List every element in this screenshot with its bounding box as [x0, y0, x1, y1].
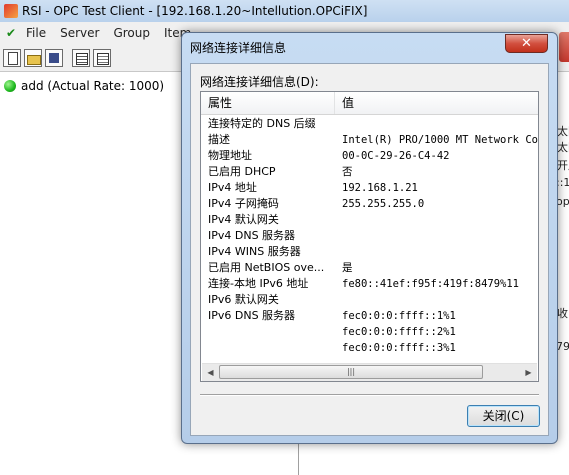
menu-group[interactable]: Group: [109, 26, 160, 40]
dialog-body: 网络连接详细信息(D): 属性 值 连接特定的 DNS 后缀 描述 Intel(R…: [190, 63, 549, 436]
column-header-value[interactable]: 值: [335, 92, 538, 114]
row-property: IPv4 WINS 服务器: [208, 245, 301, 258]
list-item[interactable]: 连接特定的 DNS 后缀: [201, 116, 538, 132]
row-value: fe80::41ef:f95f:419f:8479%11: [342, 278, 520, 290]
menu-file[interactable]: File: [22, 26, 56, 40]
list-rows: 连接特定的 DNS 后缀 描述 Intel(R) PRO/1000 MT Netw…: [201, 116, 538, 356]
row-property: IPv4 地址: [208, 181, 257, 194]
dialog-title: 网络连接详细信息: [190, 41, 287, 55]
background-text: 太阳: [557, 141, 569, 154]
properties-icon[interactable]: [72, 48, 90, 67]
row-property: [208, 340, 335, 356]
list-icon[interactable]: [93, 48, 111, 67]
scroll-left-icon[interactable]: ◀: [202, 364, 219, 381]
list-item[interactable]: 已启用 DHCP 否: [201, 164, 538, 180]
row-value: [342, 116, 538, 132]
status-green-icon: [4, 80, 16, 92]
list-item[interactable]: 描述 Intel(R) PRO/1000 MT Network Conn: [201, 132, 538, 148]
row-property: IPv4 子网掩码: [208, 197, 279, 210]
row-property: IPv4 默认网关: [208, 213, 279, 226]
list-item[interactable]: IPv6 DNS 服务器 fec0:0:0:ffff::1%1: [201, 308, 538, 324]
row-value: 192.168.1.21: [342, 182, 418, 194]
background-text: 太阳: [557, 125, 569, 138]
row-property: [208, 324, 335, 340]
details-label: 网络连接详细信息(D):: [200, 75, 319, 89]
horizontal-scrollbar[interactable]: ◀ ||| ▶: [202, 363, 537, 381]
list-item[interactable]: fec0:0:0:ffff::2%1: [201, 324, 538, 340]
list-header: 属性 值: [201, 92, 538, 115]
list-item[interactable]: IPv4 地址 192.168.1.21: [201, 180, 538, 196]
save-icon[interactable]: [45, 48, 63, 67]
new-file-icon[interactable]: [3, 48, 21, 67]
row-value: [342, 292, 538, 308]
close-icon[interactable]: ✕: [505, 34, 548, 53]
tree-item-label: add (Actual Rate: 1000): [21, 79, 165, 93]
list-item[interactable]: 已启用 NetBIOS ove... 是: [201, 260, 538, 276]
details-list[interactable]: 属性 值 连接特定的 DNS 后缀 描述 Intel(R) PRO/1000 MT…: [200, 91, 539, 382]
row-value: [342, 228, 538, 244]
row-value: fec0:0:0:ffff::3%1: [342, 342, 456, 354]
list-item[interactable]: IPv4 子网掩码 255.255.255.0: [201, 196, 538, 212]
row-value: 00-0C-29-26-C4-42: [342, 150, 450, 162]
row-property: 已启用 DHCP: [208, 165, 276, 178]
row-property: 已启用 NetBIOS ove...: [208, 261, 325, 274]
list-item[interactable]: IPv6 默认网关: [201, 292, 538, 308]
list-item[interactable]: IPv4 DNS 服务器: [201, 228, 538, 244]
list-item[interactable]: 连接-本地 IPv6 地址 fe80::41ef:f95f:419f:8479%1…: [201, 276, 538, 292]
app-title-bar[interactable]: RSI - OPC Test Client - [192.168.1.20~In…: [0, 0, 569, 22]
row-value: [342, 244, 538, 260]
tree-item-add[interactable]: add (Actual Rate: 1000): [0, 76, 164, 96]
row-property: 连接-本地 IPv6 地址: [208, 277, 309, 290]
background-close-icon[interactable]: [559, 32, 569, 62]
row-property: 描述: [208, 133, 230, 146]
row-property: 物理地址: [208, 149, 252, 162]
list-item[interactable]: 物理地址 00-0C-29-26-C4-42: [201, 148, 538, 164]
close-button[interactable]: 关闭(C): [467, 405, 540, 427]
checkmark-icon: ✔: [6, 26, 17, 40]
row-value: Intel(R) PRO/1000 MT Network Conn: [342, 134, 538, 146]
app-title: RSI - OPC Test Client - [192.168.1.20~In…: [22, 4, 368, 18]
open-folder-icon[interactable]: [24, 48, 42, 67]
scroll-thumb[interactable]: |||: [219, 365, 483, 379]
list-item[interactable]: IPv4 WINS 服务器: [201, 244, 538, 260]
app-icon: [4, 4, 18, 18]
row-value: 否: [342, 166, 353, 178]
row-value: 255.255.255.0: [342, 198, 425, 210]
row-property: 连接特定的 DNS 后缀: [208, 117, 316, 130]
list-item[interactable]: fec0:0:0:ffff::3%1: [201, 340, 538, 356]
row-value: fec0:0:0:ffff::2%1: [342, 326, 456, 338]
network-details-dialog: 网络连接详细信息 ✕ 网络连接详细信息(D): 属性 值 连接特定的 DNS 后…: [181, 32, 558, 444]
divider: [200, 394, 539, 396]
row-value: [342, 212, 538, 228]
row-property: IPv6 默认网关: [208, 293, 279, 306]
menu-server[interactable]: Server: [56, 26, 109, 40]
background-text: 开启: [557, 159, 569, 172]
list-item[interactable]: IPv4 默认网关: [201, 212, 538, 228]
background-text: 收: [557, 307, 568, 320]
row-value: 是: [342, 262, 353, 274]
scroll-right-icon[interactable]: ▶: [520, 364, 537, 381]
row-property: IPv6 DNS 服务器: [208, 309, 296, 322]
row-value: fec0:0:0:ffff::1%1: [342, 310, 456, 322]
row-property: IPv4 DNS 服务器: [208, 229, 296, 242]
column-header-property[interactable]: 属性: [201, 92, 335, 114]
